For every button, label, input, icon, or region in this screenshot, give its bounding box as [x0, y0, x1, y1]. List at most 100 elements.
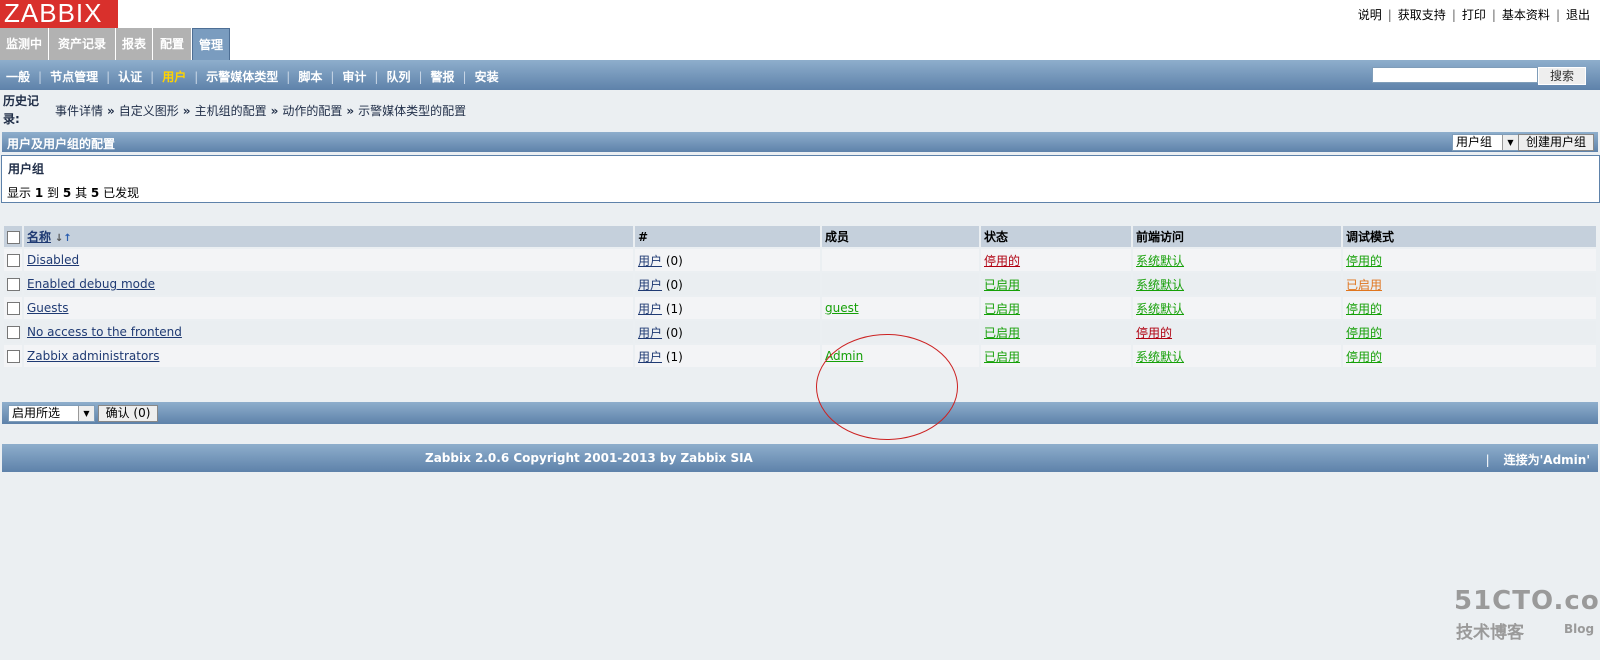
section-title: 用户组 [8, 162, 45, 176]
count-found-word: 已发现 [103, 186, 140, 200]
select-all-checkbox[interactable] [7, 230, 20, 244]
row-checkbox-cell [4, 297, 22, 319]
breadcrumb-separator: » [107, 104, 115, 118]
users-link[interactable]: 用户 [638, 278, 662, 292]
submenu-notifications[interactable]: 警报 [431, 70, 455, 84]
users-link[interactable]: 用户 [638, 326, 662, 340]
group-name-link[interactable]: No access to the frontend [27, 325, 182, 339]
divider: | [150, 70, 155, 84]
status-link[interactable]: 已启用 [984, 326, 1020, 340]
divider: | [374, 70, 379, 84]
count-to: 5 [62, 186, 72, 200]
users-link[interactable]: 用户 [638, 302, 662, 316]
connected-user: 连接为'Admin' [1503, 453, 1590, 467]
history-item[interactable]: 主机组的配置 [195, 104, 267, 118]
tab-reports[interactable]: 报表 [116, 28, 153, 60]
debug-link[interactable]: 已启用 [1346, 278, 1382, 292]
chevron-down-icon[interactable]: ▼ [1502, 135, 1518, 150]
status-link[interactable]: 停用的 [984, 254, 1020, 268]
zabbix-logo[interactable]: ZABBIX [0, 0, 118, 28]
info-box: 用户组 显示 1 到 5 其 5 已发现 [1, 155, 1600, 203]
frontend-link[interactable]: 停用的 [1136, 326, 1172, 340]
users-cell: 用户 (0) [635, 321, 820, 343]
frontend-link[interactable]: 系统默认 [1136, 302, 1184, 316]
mass-action-select[interactable]: 启用所选 ▼ [8, 405, 95, 422]
top-link-logout[interactable]: 退出 [1566, 8, 1590, 22]
submenu-media-types[interactable]: 示警媒体类型 [206, 70, 278, 84]
search-input[interactable] [1372, 67, 1538, 83]
history-item[interactable]: 自定义图形 [119, 104, 179, 118]
search-button[interactable]: 搜索 [1538, 67, 1586, 85]
debug-cell: 停用的 [1343, 297, 1596, 319]
members-cell [822, 273, 979, 295]
header-name[interactable]: 名称 ↓↑ [24, 226, 633, 247]
count-prefix: 显示 [7, 186, 32, 200]
copyright-text: Zabbix 2.0.6 Copyright 2001-2013 by Zabb… [425, 451, 753, 465]
history-item[interactable]: 事件详情 [55, 104, 103, 118]
annotation-circle [816, 334, 958, 440]
name-cell: Zabbix administrators [24, 345, 633, 367]
debug-link[interactable]: 停用的 [1346, 302, 1382, 316]
group-name-link[interactable]: Zabbix administrators [27, 349, 159, 363]
tab-monitoring[interactable]: 监测中 [0, 28, 49, 60]
create-user-group-button[interactable]: 创建用户组 [1518, 134, 1594, 151]
submenu-scripts[interactable]: 脚本 [298, 70, 322, 84]
row-checkbox[interactable] [7, 326, 20, 339]
view-select[interactable]: 用户组 ▼ [1452, 134, 1519, 151]
debug-link[interactable]: 停用的 [1346, 350, 1382, 364]
row-checkbox[interactable] [7, 350, 20, 363]
debug-cell: 已启用 [1343, 273, 1596, 295]
header-num: # [635, 226, 820, 247]
chevron-down-icon[interactable]: ▼ [78, 406, 94, 421]
frontend-link[interactable]: 系统默认 [1136, 350, 1184, 364]
name-cell: No access to the frontend [24, 321, 633, 343]
member-link[interactable]: guest [825, 301, 859, 315]
submenu-general[interactable]: 一般 [6, 70, 30, 84]
status-link[interactable]: 已启用 [984, 302, 1020, 316]
top-link-print[interactable]: 打印 [1462, 8, 1486, 22]
status-cell: 已启用 [981, 321, 1131, 343]
header-debug: 调试模式 [1343, 226, 1596, 247]
row-checkbox[interactable] [7, 278, 20, 291]
confirm-button[interactable]: 确认 (0) [98, 405, 158, 422]
frontend-cell: 系统默认 [1133, 249, 1341, 271]
history-item[interactable]: 动作的配置 [282, 104, 342, 118]
status-link[interactable]: 已启用 [984, 278, 1020, 292]
header-frontend: 前端访问 [1133, 226, 1341, 247]
debug-link[interactable]: 停用的 [1346, 326, 1382, 340]
action-bar [2, 402, 1598, 424]
row-checkbox[interactable] [7, 302, 20, 315]
users-count: (1) [665, 349, 683, 364]
submenu-installation[interactable]: 安装 [475, 70, 499, 84]
submenu-audit[interactable]: 审计 [342, 70, 366, 84]
top-link-help[interactable]: 说明 [1358, 8, 1382, 22]
view-select-value: 用户组 [1456, 135, 1493, 149]
submenu-auth[interactable]: 认证 [118, 70, 142, 84]
header-members: 成员 [822, 226, 979, 247]
submenu-users[interactable]: 用户 [162, 70, 186, 84]
tab-inventory[interactable]: 资产记录 [49, 28, 116, 60]
debug-link[interactable]: 停用的 [1346, 254, 1382, 268]
users-count: (0) [665, 277, 683, 292]
history-item[interactable]: 示警媒体类型的配置 [358, 104, 466, 118]
status-link[interactable]: 已启用 [984, 350, 1020, 364]
frontend-link[interactable]: 系统默认 [1136, 254, 1184, 268]
breadcrumb-separator: » [182, 104, 191, 118]
submenu-nodes[interactable]: 节点管理 [50, 70, 98, 84]
tab-configuration[interactable]: 配置 [153, 28, 192, 60]
top-link-support[interactable]: 获取支持 [1398, 8, 1446, 22]
sort-name-link[interactable]: 名称 [27, 230, 51, 244]
debug-cell: 停用的 [1343, 249, 1596, 271]
users-link[interactable]: 用户 [638, 350, 662, 364]
submenu-queue[interactable]: 队列 [386, 70, 410, 84]
row-checkbox[interactable] [7, 254, 20, 267]
top-link-profile[interactable]: 基本资料 [1502, 8, 1550, 22]
main-menu: 监测中 资产记录 报表 配置 管理 [0, 28, 1600, 62]
group-name-link[interactable]: Enabled debug mode [27, 277, 155, 291]
group-name-link[interactable]: Guests [27, 301, 69, 315]
users-link[interactable]: 用户 [638, 254, 662, 268]
name-cell: Disabled [24, 249, 633, 271]
tab-administration[interactable]: 管理 [192, 28, 230, 62]
group-name-link[interactable]: Disabled [27, 253, 79, 267]
frontend-link[interactable]: 系统默认 [1136, 278, 1184, 292]
